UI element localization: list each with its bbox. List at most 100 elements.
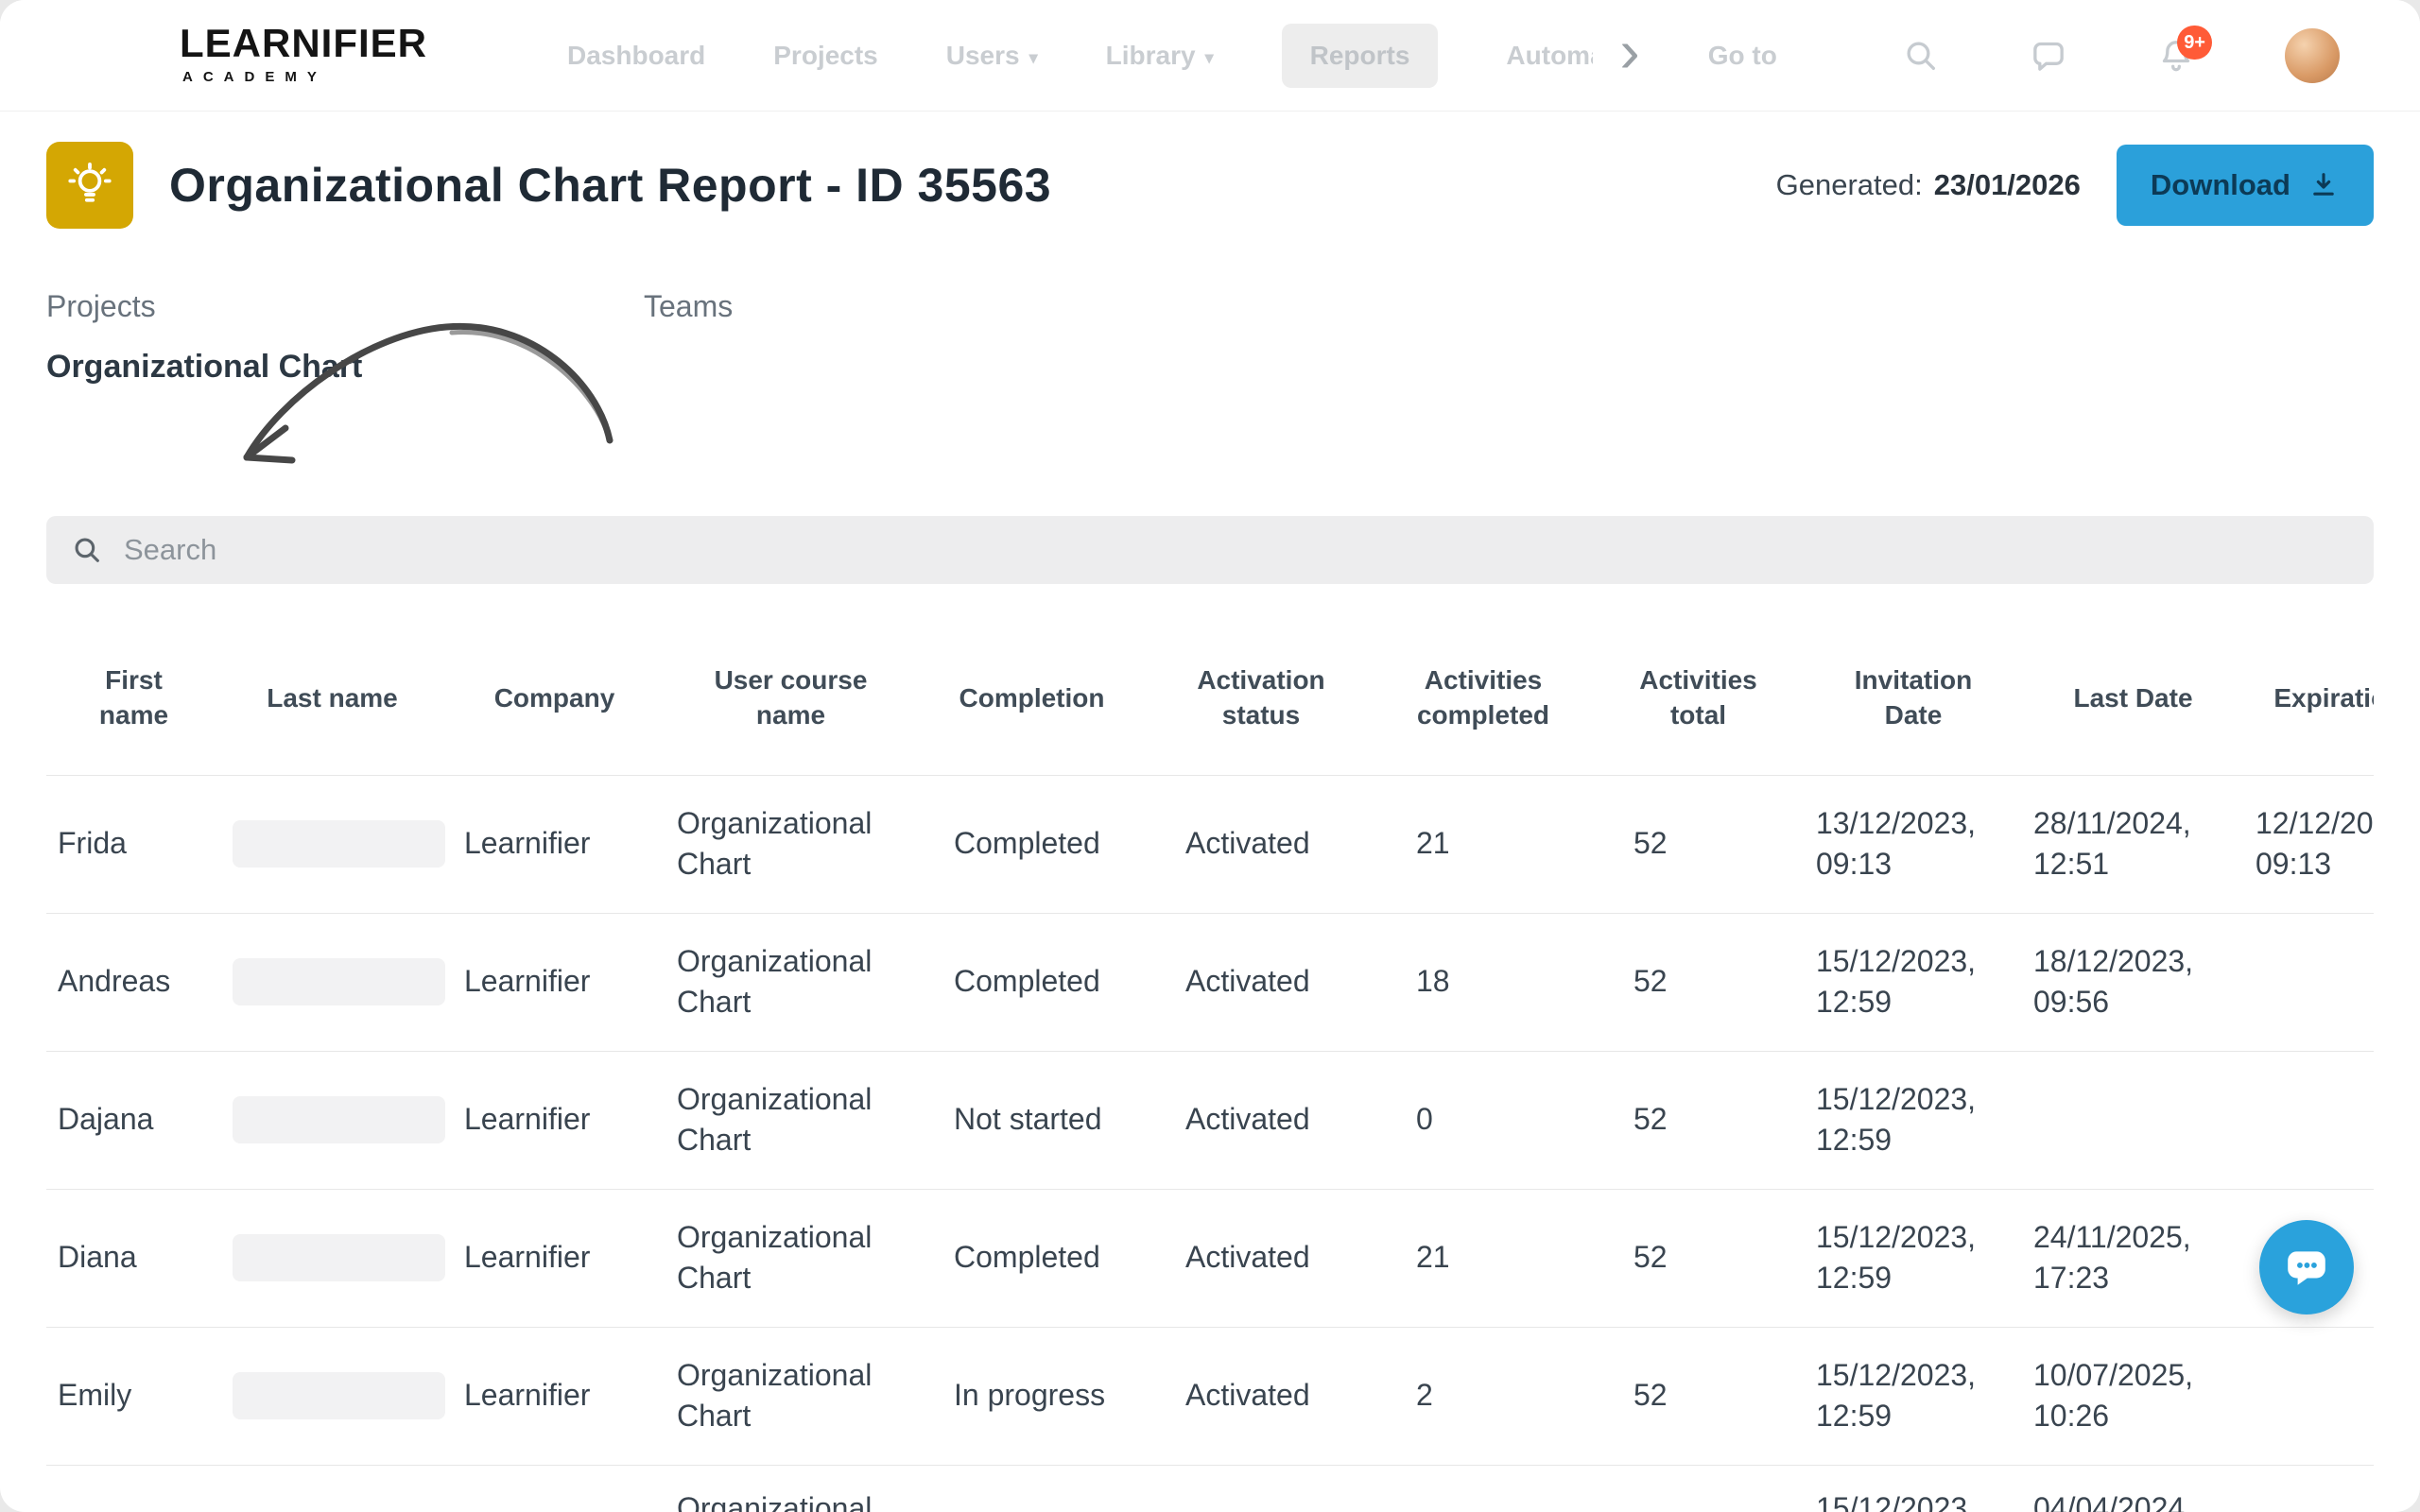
cell-invitation: 15/12/2023, 12:59 bbox=[1805, 1327, 2022, 1465]
cell-activities_completed: 2 bbox=[1374, 1327, 1592, 1465]
download-button[interactable]: Download bbox=[2117, 145, 2374, 226]
nav-item-label: Users bbox=[946, 41, 1020, 71]
cell-activities_total: 52 bbox=[1592, 1051, 1805, 1189]
column-header-company: Company bbox=[443, 612, 666, 775]
cell-last_date: 24/11/2025, 17:23 bbox=[2022, 1189, 2244, 1327]
cell-activation: Activated bbox=[1148, 775, 1374, 913]
cell-course: Organizational Chart bbox=[666, 1465, 916, 1512]
logo-subtitle: ACADEMY bbox=[182, 69, 427, 85]
nav-item-label: Library bbox=[1106, 41, 1196, 71]
search-bar-icon bbox=[71, 534, 103, 566]
nav-scroll-next-icon[interactable]: › bbox=[1619, 21, 1639, 81]
chat-icon[interactable] bbox=[2030, 37, 2067, 75]
cell-last_date: 04/04/2024, bbox=[2022, 1465, 2244, 1512]
cell-completion: Completed bbox=[916, 1189, 1148, 1327]
redacted-last-name bbox=[233, 1234, 445, 1281]
redacted-last-name bbox=[233, 958, 445, 1005]
cell-activities_total: 52 bbox=[1592, 775, 1805, 913]
cell-last_name bbox=[221, 1465, 443, 1512]
cell-expiration bbox=[2244, 913, 2374, 1051]
search-bar bbox=[46, 516, 2374, 584]
cell-activation bbox=[1148, 1465, 1374, 1512]
cell-invitation: 15/12/2023, 12:59 bbox=[1805, 1189, 2022, 1327]
cell-completion: Completed bbox=[916, 775, 1148, 913]
cell-expiration bbox=[2244, 1465, 2374, 1512]
chat-fab-button[interactable] bbox=[2259, 1220, 2354, 1314]
cell-expiration bbox=[2244, 1327, 2374, 1465]
nav-icons: 9+ bbox=[1902, 0, 2340, 112]
cell-completion: Not started bbox=[916, 1051, 1148, 1189]
nav-item-go-to[interactable]: Go to bbox=[1708, 41, 1777, 71]
cell-activities_completed: 0 bbox=[1374, 1051, 1592, 1189]
cell-course: Organizational Chart bbox=[666, 1051, 916, 1189]
cell-company: Learnifier bbox=[443, 1189, 666, 1327]
cell-company: Learnifier bbox=[443, 775, 666, 913]
cell-course: Organizational Chart bbox=[666, 1189, 916, 1327]
nav-item-users[interactable]: Users ▾ bbox=[946, 41, 1038, 71]
cell-activities_total: 52 bbox=[1592, 1189, 1805, 1327]
cell-last_name bbox=[221, 775, 443, 913]
cell-course: Organizational Chart bbox=[666, 1327, 916, 1465]
cell-first_name: Andreas bbox=[46, 913, 221, 1051]
generated-label: Generated: bbox=[1776, 168, 1923, 201]
logo-name: LEARNIFIER bbox=[180, 21, 427, 66]
nav-item-reports[interactable]: Reports bbox=[1282, 24, 1439, 88]
cell-course: Organizational Chart bbox=[666, 775, 916, 913]
column-header-first_name: First name bbox=[46, 612, 221, 775]
nav-items: Dashboard Projects Users ▾ Library ▾ Rep… bbox=[567, 0, 1777, 112]
learnifier-logo[interactable]: LEARNIFIER ACADEMY bbox=[180, 21, 427, 85]
nav-item-dashboard[interactable]: Dashboard bbox=[567, 41, 705, 71]
nav-item-label: Automations bbox=[1506, 41, 1593, 71]
user-avatar[interactable] bbox=[2285, 28, 2340, 83]
nav-item-label: Go to bbox=[1708, 41, 1777, 71]
nav-item-label: Projects bbox=[773, 41, 878, 71]
cell-activities_completed: 21 bbox=[1374, 1189, 1592, 1327]
table-row: FridaLearnifierOrganizational ChartCompl… bbox=[46, 775, 2374, 913]
cell-activities_completed bbox=[1374, 1465, 1592, 1512]
chevron-down-icon: ▾ bbox=[1205, 48, 1214, 68]
page-title: Organizational Chart Report - ID 35563 bbox=[169, 158, 1051, 213]
chevron-down-icon: ▾ bbox=[1029, 48, 1038, 68]
app-window: LEARNIFIER ACADEMY Dashboard Projects Us… bbox=[0, 0, 2420, 1512]
search-input[interactable] bbox=[124, 533, 2349, 567]
cell-invitation: 15/12/2023, 12:59 bbox=[1805, 913, 2022, 1051]
cell-last_name bbox=[221, 1189, 443, 1327]
cell-last_date: 10/07/2025, 10:26 bbox=[2022, 1327, 2244, 1465]
cell-last_name bbox=[221, 1327, 443, 1465]
cell-activation: Activated bbox=[1148, 1327, 1374, 1465]
search-icon[interactable] bbox=[1902, 37, 1940, 75]
notifications-bell-icon[interactable]: 9+ bbox=[2157, 37, 2195, 75]
lightbulb-icon bbox=[46, 142, 133, 229]
chat-bubble-icon bbox=[2283, 1244, 2330, 1291]
cell-activities_completed: 21 bbox=[1374, 775, 1592, 913]
table-header-row: First nameLast nameCompanyUser course na… bbox=[46, 612, 2374, 775]
page-header: Organizational Chart Report - ID 35563 G… bbox=[46, 142, 2374, 229]
cell-invitation: 15/12/2023, bbox=[1805, 1465, 2022, 1512]
header-actions: Generated:23/01/2026 Download bbox=[1776, 142, 2374, 229]
cell-expiration bbox=[2244, 1051, 2374, 1189]
column-header-activities_completed: Activities completed bbox=[1374, 612, 1592, 775]
cell-invitation: 15/12/2023, 12:59 bbox=[1805, 1051, 2022, 1189]
column-header-invitation: Invitation Date bbox=[1805, 612, 2022, 775]
nav-item-library[interactable]: Library ▾ bbox=[1106, 41, 1214, 71]
nav-item-automations[interactable]: Automations bbox=[1506, 41, 1593, 71]
top-navbar: LEARNIFIER ACADEMY Dashboard Projects Us… bbox=[0, 0, 2420, 112]
notification-badge: 9+ bbox=[2177, 26, 2212, 60]
nav-item-projects[interactable]: Projects bbox=[773, 41, 878, 71]
cell-activities_total bbox=[1592, 1465, 1805, 1512]
cell-invitation: 13/12/2023, 09:13 bbox=[1805, 775, 2022, 913]
cell-activation: Activated bbox=[1148, 1189, 1374, 1327]
column-header-completion: Completion bbox=[916, 612, 1148, 775]
filter-teams[interactable]: Teams bbox=[644, 289, 733, 324]
generated-date: Generated:23/01/2026 bbox=[1776, 168, 2081, 202]
cell-last_name bbox=[221, 913, 443, 1051]
report-table-wrap: First nameLast nameCompanyUser course na… bbox=[46, 612, 2374, 1512]
selected-project[interactable]: Organizational Chart bbox=[46, 349, 2374, 386]
filter-projects[interactable]: Projects bbox=[46, 289, 156, 324]
hand-drawn-arrow bbox=[217, 306, 633, 481]
column-header-activation: Activation status bbox=[1148, 612, 1374, 775]
column-header-last_date: Last Date bbox=[2022, 612, 2244, 775]
cell-activation: Activated bbox=[1148, 1051, 1374, 1189]
table-row: DajanaLearnifierOrganizational ChartNot … bbox=[46, 1051, 2374, 1189]
column-header-expiration: Expiration date bbox=[2244, 612, 2374, 775]
